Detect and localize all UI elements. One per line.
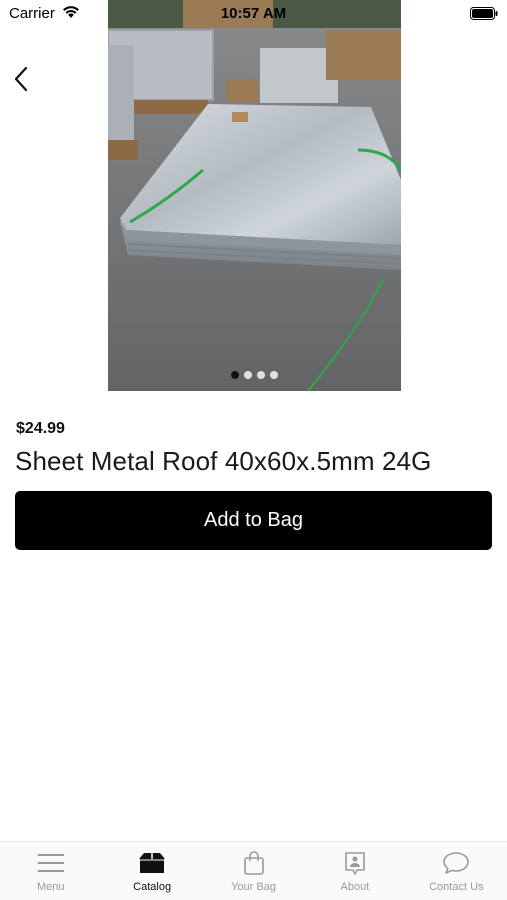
chevron-left-icon bbox=[14, 66, 28, 92]
battery-icon bbox=[470, 7, 498, 20]
tab-label: About bbox=[340, 881, 370, 893]
about-icon bbox=[340, 850, 370, 876]
tab-contact-us[interactable]: Contact Us bbox=[406, 842, 507, 900]
bag-icon bbox=[239, 850, 269, 876]
add-to-bag-button[interactable]: Add to Bag bbox=[15, 491, 492, 550]
product-price: $24.99 bbox=[16, 420, 65, 437]
status-bar: Carrier 10:57 AM bbox=[0, 0, 507, 28]
page-dot[interactable] bbox=[244, 371, 252, 379]
product-photo bbox=[108, 0, 401, 391]
catalog-icon bbox=[137, 850, 167, 876]
chat-icon bbox=[441, 850, 471, 876]
page-dot[interactable] bbox=[270, 371, 278, 379]
tab-label: Your Bag bbox=[231, 881, 276, 893]
tab-label: Contact Us bbox=[429, 881, 484, 893]
page-dot[interactable] bbox=[231, 371, 239, 379]
menu-icon bbox=[36, 850, 66, 876]
tab-menu[interactable]: Menu bbox=[0, 842, 101, 900]
tab-catalog[interactable]: Catalog bbox=[101, 842, 202, 900]
tab-label: Menu bbox=[36, 881, 65, 893]
tab-label: Catalog bbox=[133, 881, 172, 893]
product-image-carousel[interactable] bbox=[108, 0, 401, 391]
image-page-indicator[interactable] bbox=[108, 371, 401, 379]
product-title: Sheet Metal Roof 40x60x.5mm 24G bbox=[15, 446, 432, 476]
tab-bar: Menu Catalog Your Bag About Contact Us bbox=[0, 841, 507, 900]
tab-about[interactable]: About bbox=[304, 842, 405, 900]
back-button[interactable] bbox=[6, 62, 36, 96]
tab-your-bag[interactable]: Your Bag bbox=[203, 842, 304, 900]
status-time: 10:57 AM bbox=[220, 5, 287, 22]
page-dot[interactable] bbox=[257, 371, 265, 379]
